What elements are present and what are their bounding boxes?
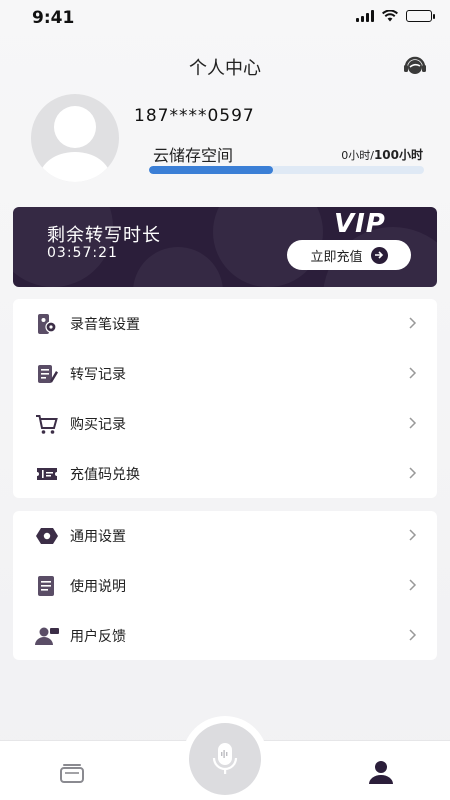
chevron-right-icon bbox=[409, 467, 417, 479]
profile-tab-icon[interactable] bbox=[367, 758, 395, 786]
chevron-right-icon bbox=[409, 629, 417, 641]
recharge-button-label: 立即充值 bbox=[310, 249, 363, 265]
menu-item-instructions[interactable]: 使用说明 bbox=[13, 561, 437, 611]
menu-label: 录音笔设置 bbox=[70, 317, 140, 333]
menu-card-secondary: 通用设置 使用说明 用户反馈 bbox=[13, 511, 437, 660]
customer-service-icon[interactable] bbox=[402, 54, 428, 78]
status-bar: 9:41 bbox=[0, 0, 450, 36]
battery-icon bbox=[406, 10, 435, 22]
menu-label: 转写记录 bbox=[70, 367, 126, 383]
document-icon bbox=[38, 576, 54, 596]
menu-item-transcribe-records[interactable]: 转写记录 bbox=[13, 349, 437, 399]
recharge-button[interactable]: 立即充值 bbox=[287, 240, 411, 270]
cart-icon bbox=[36, 415, 58, 434]
vip-badge: VIP bbox=[334, 209, 386, 239]
menu-item-feedback[interactable]: 用户反馈 bbox=[13, 611, 437, 661]
chevron-right-icon bbox=[409, 417, 417, 429]
menu-label: 使用说明 bbox=[70, 579, 126, 595]
menu-label: 购买记录 bbox=[70, 417, 126, 433]
storage-used: 0小时 bbox=[341, 149, 371, 162]
menu-label: 充值码兑换 bbox=[70, 467, 140, 483]
storage-label: 云储存空间 bbox=[153, 146, 234, 165]
menu-item-general-settings[interactable]: 通用设置 bbox=[13, 511, 437, 561]
storage-total: 100小时 bbox=[373, 148, 423, 162]
vip-remaining-title: 剩余转写时长 bbox=[47, 225, 161, 246]
wifi-icon bbox=[382, 10, 398, 22]
files-tab-icon[interactable] bbox=[58, 761, 86, 785]
vip-card: 剩余转写时长 03:57:21 VIP 立即充值 bbox=[13, 207, 437, 287]
record-button[interactable] bbox=[189, 723, 261, 795]
chevron-right-icon bbox=[409, 317, 417, 329]
chevron-right-icon bbox=[409, 529, 417, 541]
ticket-icon bbox=[37, 468, 57, 480]
vip-remaining-time: 03:57:21 bbox=[47, 245, 118, 261]
storage-usage: 0小时/100小时 bbox=[341, 146, 423, 163]
avatar[interactable] bbox=[31, 94, 119, 182]
recorder-settings-icon bbox=[38, 314, 57, 334]
transcribe-record-icon bbox=[38, 365, 58, 383]
storage-progress-fill bbox=[149, 166, 273, 174]
menu-label: 通用设置 bbox=[70, 529, 126, 545]
menu-item-recorder-settings[interactable]: 录音笔设置 bbox=[13, 299, 437, 349]
feedback-user-icon bbox=[35, 627, 59, 645]
signal-icon bbox=[356, 10, 374, 22]
phone-number: 187****0597 bbox=[134, 106, 255, 126]
menu-label: 用户反馈 bbox=[70, 629, 126, 645]
menu-card-primary: 录音笔设置 转写记录 购买记录 充值码兑换 bbox=[13, 299, 437, 498]
storage-progress-bar bbox=[149, 166, 424, 174]
page-title: 个人中心 bbox=[189, 58, 261, 79]
menu-item-purchase-records[interactable]: 购买记录 bbox=[13, 399, 437, 449]
menu-item-recharge-code[interactable]: 充值码兑换 bbox=[13, 449, 437, 499]
chevron-right-icon bbox=[409, 367, 417, 379]
chevron-right-icon bbox=[409, 579, 417, 591]
record-mic-icon bbox=[212, 743, 238, 774]
hexagon-settings-icon bbox=[36, 528, 58, 544]
status-icons bbox=[356, 10, 435, 22]
arrow-right-icon bbox=[370, 246, 388, 264]
status-time: 9:41 bbox=[32, 8, 75, 28]
